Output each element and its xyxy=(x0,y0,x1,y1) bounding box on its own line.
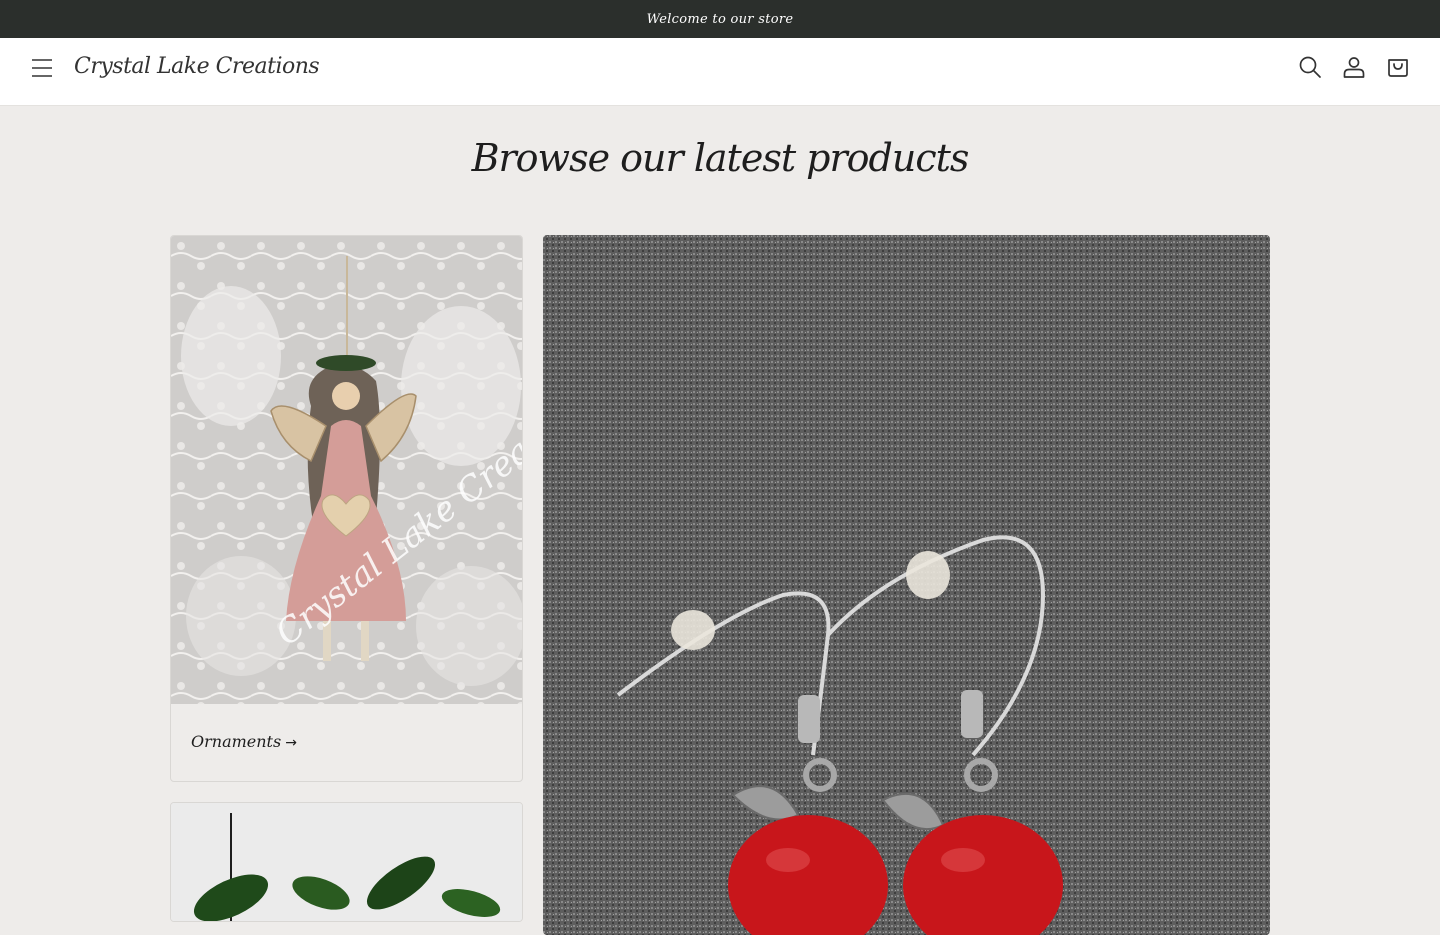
menu-icon xyxy=(32,59,52,77)
search-icon xyxy=(1299,56,1321,78)
announcement-text: Welcome to our store xyxy=(646,11,794,27)
site-header: Crystal Lake Creations xyxy=(0,38,1440,106)
menu-button[interactable] xyxy=(26,52,58,84)
cart-icon xyxy=(1388,59,1408,77)
featured-product-card[interactable] xyxy=(543,235,1270,935)
store-logo-link[interactable]: Crystal Lake Creations xyxy=(74,54,320,79)
collection-label: Ornaments xyxy=(191,732,282,751)
cart-button[interactable] xyxy=(1385,54,1411,80)
account-button[interactable] xyxy=(1341,54,1367,80)
collection-card-plants[interactable] xyxy=(170,802,523,922)
ornaments-image: Crystal Lake Creations xyxy=(171,236,522,704)
plants-image xyxy=(171,803,522,921)
announcement-bar: Welcome to our store xyxy=(0,0,1440,38)
earrings-image xyxy=(543,235,1270,935)
collection-card-ornaments[interactable]: Crystal Lake Creations Ornaments→ xyxy=(170,235,523,782)
collection-link-ornaments[interactable]: Ornaments → xyxy=(191,732,297,751)
account-icon xyxy=(1343,57,1365,78)
search-button[interactable] xyxy=(1297,54,1323,80)
arrow-right-icon: → xyxy=(285,735,297,751)
section-title: Browse our latest products xyxy=(471,136,970,180)
